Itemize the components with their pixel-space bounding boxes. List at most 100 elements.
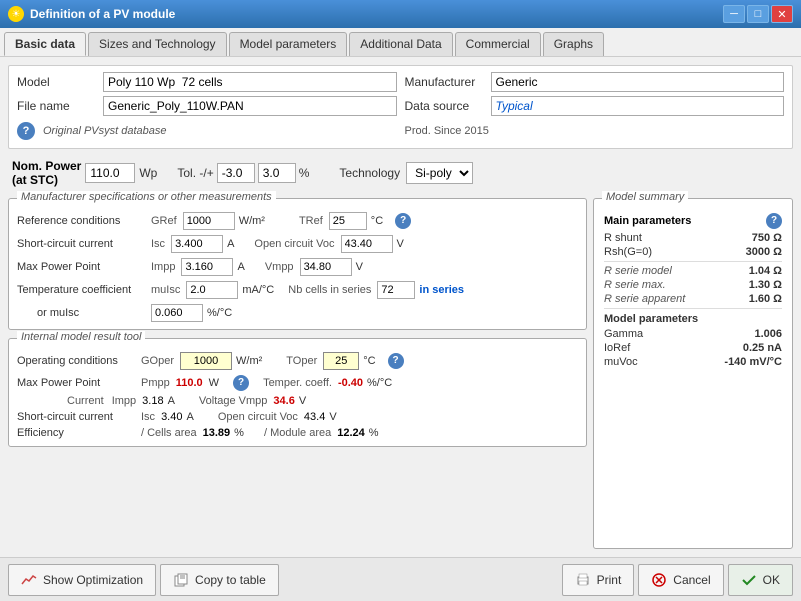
voc-input[interactable]	[341, 235, 393, 253]
maximize-button[interactable]: □	[747, 5, 769, 23]
isc-label: Short-circuit current	[17, 238, 147, 250]
technology-select[interactable]: Si-poly	[406, 162, 473, 184]
pmpp-unit: W	[209, 377, 219, 389]
tref-unit: °C	[371, 215, 383, 227]
tab-bar: Basic data Sizes and Technology Model pa…	[0, 28, 801, 57]
impp2-unit: A	[168, 395, 175, 407]
voc-unit: V	[397, 238, 404, 250]
isc2-unit: A	[186, 411, 193, 423]
cells-area-value: 13.89	[203, 427, 231, 439]
voc2-label: Open circuit Voc	[218, 411, 298, 423]
copy-table-button[interactable]: Copy to table	[160, 564, 279, 596]
prod-since-text: Prod. Since 2015	[405, 125, 489, 137]
impp-input[interactable]	[181, 258, 233, 276]
ioref-label: IoRef	[604, 342, 630, 354]
manufacturer-specs-title: Manufacturer specifications or other mea…	[17, 191, 276, 203]
ok-button[interactable]: OK	[728, 564, 793, 596]
rserie-app-label: R serie apparent	[604, 293, 685, 305]
tol-label: Tol. -/+	[177, 166, 213, 180]
model-label: Model	[17, 75, 97, 89]
gamma-value: 1.006	[754, 328, 782, 340]
bottom-bar: Show Optimization Copy to table	[0, 557, 801, 601]
print-button[interactable]: Print	[562, 564, 635, 596]
rshunt-label: R shunt	[604, 232, 642, 244]
temp-coeff-value: -0.40	[338, 377, 363, 389]
tab-additional-data[interactable]: Additional Data	[349, 32, 452, 56]
technology-label: Technology	[339, 166, 400, 180]
muisc-label: Temperature coefficient	[17, 284, 147, 296]
vmpp-input[interactable]	[300, 258, 352, 276]
model-summary-group: Model summary Main parameters ? R shunt …	[593, 198, 793, 549]
manufacturer-input[interactable]	[491, 72, 785, 92]
minimize-button[interactable]: ─	[723, 5, 745, 23]
pmpp-name: Pmpp	[141, 377, 170, 389]
muisc-input[interactable]	[186, 281, 238, 299]
muisc2-input[interactable]	[151, 304, 203, 322]
tab-commercial[interactable]: Commercial	[455, 32, 541, 56]
voc-name: Open circuit Voc	[254, 238, 334, 250]
module-area-unit: %	[369, 427, 379, 439]
gref-input[interactable]	[183, 212, 235, 230]
vmpp2-label: Voltage Vmpp	[199, 395, 268, 407]
gref-name: GRef	[151, 215, 177, 227]
rsh-g0-label: Rsh(G=0)	[604, 246, 652, 258]
impp-unit: A	[237, 261, 244, 273]
goper-input[interactable]	[180, 352, 232, 370]
isc2-label: Short-circuit current	[17, 411, 137, 423]
title-bar: ☀ Definition of a PV module ─ □ ✕	[0, 0, 801, 28]
help-btn-pmpp[interactable]: ?	[233, 375, 249, 391]
impp2-value: 3.18	[142, 395, 163, 407]
nom-power-unit: Wp	[139, 166, 157, 180]
tab-model-parameters[interactable]: Model parameters	[229, 32, 348, 56]
voc2-unit: V	[329, 411, 336, 423]
gref-unit: W/m²	[239, 215, 265, 227]
title-buttons: ─ □ ✕	[723, 5, 793, 23]
tref-input[interactable]	[329, 212, 367, 230]
muVoc-value: -140 mV/°C	[724, 356, 782, 368]
cancel-button[interactable]: Cancel	[638, 564, 723, 596]
tol-unit: %	[299, 166, 310, 180]
nom-power-input[interactable]	[85, 163, 135, 183]
muisc-unit: mA/°C	[242, 284, 274, 296]
module-area-value: 12.24	[337, 427, 365, 439]
toper-input[interactable]	[323, 352, 359, 370]
pmpp-value: 110.0	[176, 377, 203, 389]
eff-label: Efficiency	[17, 427, 137, 439]
impp-name: Impp	[151, 261, 175, 273]
pmpp-label: Max Power Point	[17, 377, 137, 389]
model-summary-title: Model summary	[602, 191, 688, 203]
help-btn-ref[interactable]: ?	[395, 213, 411, 229]
tol-minus-input[interactable]	[217, 163, 255, 183]
or-label: or muIsc	[17, 307, 147, 319]
tref-name: TRef	[299, 215, 323, 227]
help-btn-internal[interactable]: ?	[388, 353, 404, 369]
help-button-top[interactable]: ?	[17, 122, 35, 140]
oper-label: Operating conditions	[17, 355, 137, 367]
cells-label: Nb cells in series	[288, 284, 371, 296]
help-btn-model[interactable]: ?	[766, 213, 782, 229]
tab-sizes-technology[interactable]: Sizes and Technology	[88, 32, 227, 56]
cancel-icon	[651, 572, 667, 588]
gamma-label: Gamma	[604, 328, 643, 340]
filename-input[interactable]	[103, 96, 397, 116]
isc2-name: Isc	[141, 411, 155, 423]
tab-graphs[interactable]: Graphs	[543, 32, 604, 56]
muisc2-unit: %/°C	[207, 307, 232, 319]
tol-plus-input[interactable]	[258, 163, 296, 183]
internal-model-title: Internal model result tool	[17, 331, 145, 343]
temp-coeff-unit: %/°C	[367, 377, 392, 389]
model-input[interactable]	[103, 72, 397, 92]
rserie-max-value: 1.30 Ω	[749, 279, 782, 291]
rserie-app-value: 1.60 Ω	[749, 293, 782, 305]
datasource-input[interactable]	[491, 96, 785, 116]
tab-basic-data[interactable]: Basic data	[4, 32, 86, 56]
show-optimization-button[interactable]: Show Optimization	[8, 564, 156, 596]
isc-input[interactable]	[171, 235, 223, 253]
muisc-name: muIsc	[151, 284, 180, 296]
cells-area-label: / Cells area	[141, 427, 197, 439]
filename-label: File name	[17, 99, 97, 113]
rserie-label: R serie model	[604, 265, 672, 277]
close-button[interactable]: ✕	[771, 5, 793, 23]
rserie-value: 1.04 Ω	[749, 265, 782, 277]
cells-input[interactable]	[377, 281, 415, 299]
